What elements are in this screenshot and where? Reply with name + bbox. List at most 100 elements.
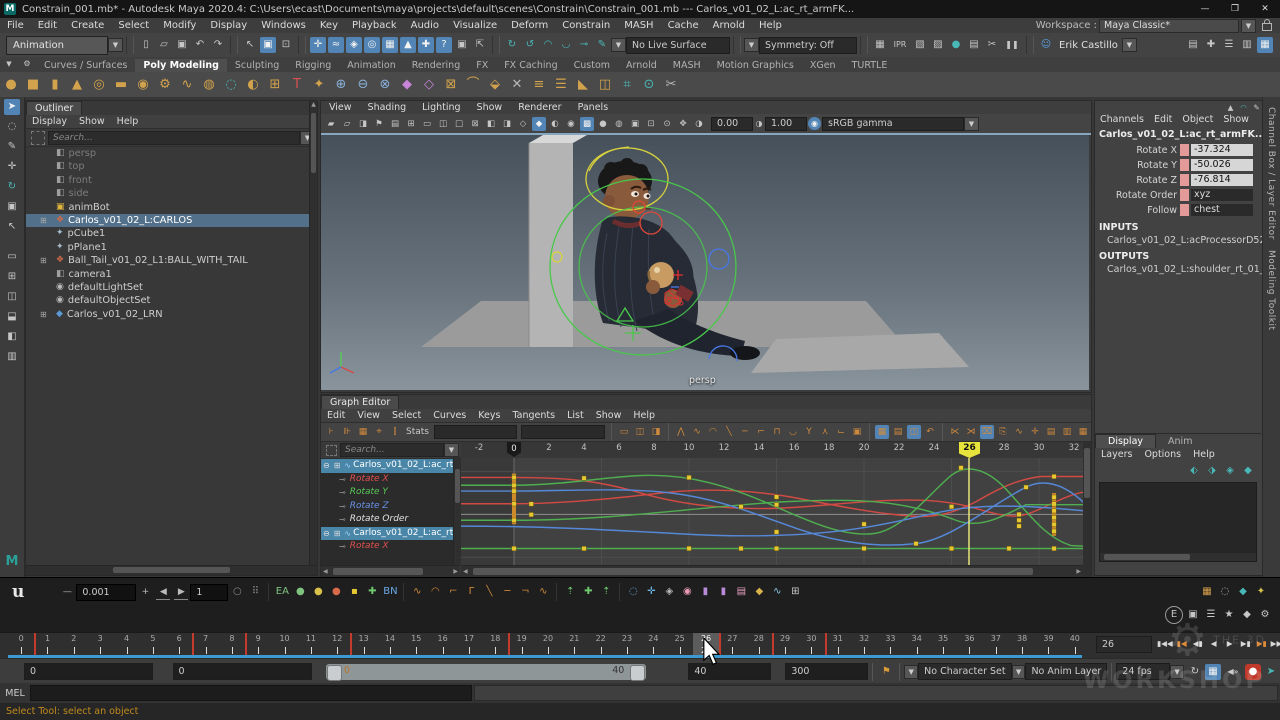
new-empty-layer-icon[interactable]: ◈ — [1222, 463, 1238, 479]
type-tool-icon[interactable]: T — [287, 75, 307, 95]
menu-lighting[interactable]: Lighting — [414, 102, 468, 113]
scale-tool-icon[interactable]: ▣ — [4, 199, 20, 215]
mirror-pose-icon[interactable]: ⇡ — [598, 584, 614, 600]
clamped-tangent-icon[interactable]: ◠ — [706, 425, 720, 439]
open-scene-icon[interactable]: ▱ — [156, 37, 172, 53]
layer-tab-display[interactable]: Display — [1095, 434, 1156, 448]
easy-anim-icon[interactable]: EA — [274, 584, 290, 600]
open-ghost-editor-icon[interactable]: ∿ — [1012, 425, 1026, 439]
timeline-frame-7[interactable]: 7 — [192, 633, 218, 657]
menu-set-selector[interactable]: Animation — [6, 36, 108, 55]
step-tangent-icon[interactable]: ⌐ — [754, 425, 768, 439]
menu-create[interactable]: Create — [64, 20, 111, 31]
animbot-settings-icon[interactable]: ⚙ — [1257, 607, 1273, 623]
shelf-tab-xgen[interactable]: XGen — [802, 59, 844, 72]
timeline-frame-15[interactable]: 15 — [403, 633, 429, 657]
add-green-icon[interactable]: ✚ — [364, 584, 380, 600]
outliner-item-persp[interactable]: ◧persp — [26, 147, 317, 160]
shelf-tab-rigging[interactable]: Rigging — [287, 59, 339, 72]
texture-bake-icon[interactable]: ▨ — [930, 37, 946, 53]
copy-pose-up-icon[interactable]: ⇡ — [562, 584, 578, 600]
tangent-auto-icon[interactable]: ∿ — [535, 584, 551, 600]
mirror-icon[interactable]: ◫ — [595, 75, 615, 95]
gamma-icon-icon[interactable]: ◑ — [692, 117, 706, 131]
expand-icon[interactable]: ⊞ — [334, 459, 341, 473]
knife-icon[interactable]: ✂ — [661, 75, 681, 95]
humanik-icon[interactable]: ☰ — [1221, 37, 1237, 53]
collapse-icon[interactable]: ⊖ — [323, 459, 330, 473]
channel-label[interactable]: Rotate Z — [1095, 175, 1180, 186]
step-value-field[interactable]: 1 — [190, 584, 228, 601]
channel-row-rotate-order[interactable]: Rotate Orderxyz — [1095, 188, 1263, 202]
pill-b-icon[interactable]: ▮ — [715, 584, 731, 600]
timeline-frame-14[interactable]: 14 — [377, 633, 403, 657]
stacked-view-icon[interactable]: ◫ — [633, 425, 647, 439]
tangent-neg-icon[interactable]: ¬ — [517, 584, 533, 600]
anim-layer-dropdown-icon[interactable]: ▼ — [1012, 665, 1026, 679]
insert-edge-loop-icon[interactable]: ≡ — [529, 75, 549, 95]
go-to-start-icon[interactable]: ▮◀◀ — [1157, 636, 1173, 652]
tangent-linear-icon[interactable]: ╲ — [481, 584, 497, 600]
view-transform-dropdown-icon[interactable]: ▼ — [964, 117, 979, 131]
user-dropdown-icon[interactable]: ▼ — [1122, 38, 1137, 52]
graph-zero-marker[interactable]: 0 — [507, 442, 521, 457]
outliner-item-carlos-v01-02-l-carlos[interactable]: ⊞❖Carlos_v01_02_L:CARLOS — [26, 214, 317, 227]
dot-red-icon[interactable]: ● — [328, 584, 344, 600]
timeline-frame-18[interactable]: 18 — [482, 633, 508, 657]
timeline-frame-12[interactable]: 12 — [324, 633, 350, 657]
channel-label[interactable]: Rotate Order — [1095, 190, 1180, 201]
shelf-tab-fx[interactable]: FX — [468, 59, 496, 72]
graph-object-carlos-v01-02-l-ac-rt-hand[interactable]: ⊖⊞∿Carlos_v01_02_L:ac_rt_hand — [321, 459, 461, 473]
shelf-tab-rendering[interactable]: Rendering — [404, 59, 469, 72]
timeline-frame-4[interactable]: 4 — [113, 633, 139, 657]
snap-grid-icon[interactable]: ✛ — [310, 37, 326, 53]
tool-settings-icon[interactable]: ✚ — [1203, 37, 1219, 53]
quad-draw-icon[interactable]: ⌗ — [617, 75, 637, 95]
shadows-icon[interactable]: ▩ — [580, 117, 594, 131]
menu-cache[interactable]: Cache — [661, 20, 706, 31]
poly-sphere-icon[interactable]: ● — [1, 75, 21, 95]
range-end-handle[interactable] — [630, 665, 645, 681]
play-backwards-icon[interactable]: ◀ — [1207, 636, 1221, 652]
wireframe-icon[interactable]: ◇ — [516, 117, 530, 131]
menu-tangents[interactable]: Tangents — [506, 410, 561, 421]
timeline-frame-19[interactable]: 19 — [508, 633, 534, 657]
combine-icon[interactable]: ◆ — [397, 75, 417, 95]
offset-edge-loop-icon[interactable]: ☰ — [551, 75, 571, 95]
select-object-icon[interactable]: ▣ — [260, 37, 276, 53]
mel-input[interactable] — [30, 685, 472, 701]
animation-start-field[interactable]: 0 — [24, 663, 153, 680]
animbot-account-icon[interactable]: E — [1165, 606, 1183, 624]
tangent-flat-icon[interactable]: ─ — [499, 584, 515, 600]
grid-toggle-icon[interactable]: ⊞ — [404, 117, 418, 131]
graph-channel-rotate-x[interactable]: ⊸Rotate X — [321, 540, 461, 554]
menu-display[interactable]: Display — [26, 116, 73, 127]
menu-select[interactable]: Select — [111, 20, 156, 31]
layout-four-pane-icon[interactable]: ⊞ — [4, 269, 20, 285]
side-tab-channel-box-layer-editor[interactable]: Channel Box / Layer Editor — [1266, 107, 1276, 240]
view-transform-selector[interactable]: sRGB gamma — [822, 117, 964, 131]
menu-show[interactable]: Show — [1218, 114, 1254, 125]
history-toggle-icon[interactable]: ◡ — [558, 37, 574, 53]
outliner-item-ball-tail-v01-02-l1-ball-with-tail[interactable]: ⊞❖Ball_Tail_v01_02_L1:BALL_WITH_TAIL — [26, 254, 317, 267]
poly-cube-icon[interactable]: ■ — [23, 75, 43, 95]
graph-playhead-marker[interactable]: 26 — [959, 442, 980, 458]
timeline-frame-35[interactable]: 35 — [930, 633, 956, 657]
edit-channel-icon[interactable]: ✎ — [1251, 102, 1262, 113]
select-key-icon[interactable]: ◌ — [625, 584, 641, 600]
exposure-icon-icon[interactable]: ✥ — [676, 117, 690, 131]
menu-display[interactable]: Display — [203, 20, 254, 31]
fixed-tangent-icon[interactable]: ◡ — [786, 425, 800, 439]
poly-plane-icon[interactable]: ▬ — [111, 75, 131, 95]
playback-loop-icon[interactable]: ↻ — [1187, 664, 1203, 680]
timeline-frame-33[interactable]: 33 — [877, 633, 903, 657]
timeline-frame-38[interactable]: 38 — [1009, 633, 1035, 657]
new-layer-selected-icon[interactable]: ◆ — [1240, 463, 1256, 479]
textured-icon[interactable]: ◐ — [548, 117, 562, 131]
menu-view[interactable]: View — [321, 102, 360, 113]
smooth-mesh-icon[interactable]: ◐ — [243, 75, 263, 95]
menu-edit[interactable]: Edit — [321, 410, 351, 421]
range-slider[interactable]: 0 40 — [326, 664, 646, 680]
menu-layers[interactable]: Layers — [1095, 449, 1138, 460]
menu-shading[interactable]: Shading — [360, 102, 415, 113]
